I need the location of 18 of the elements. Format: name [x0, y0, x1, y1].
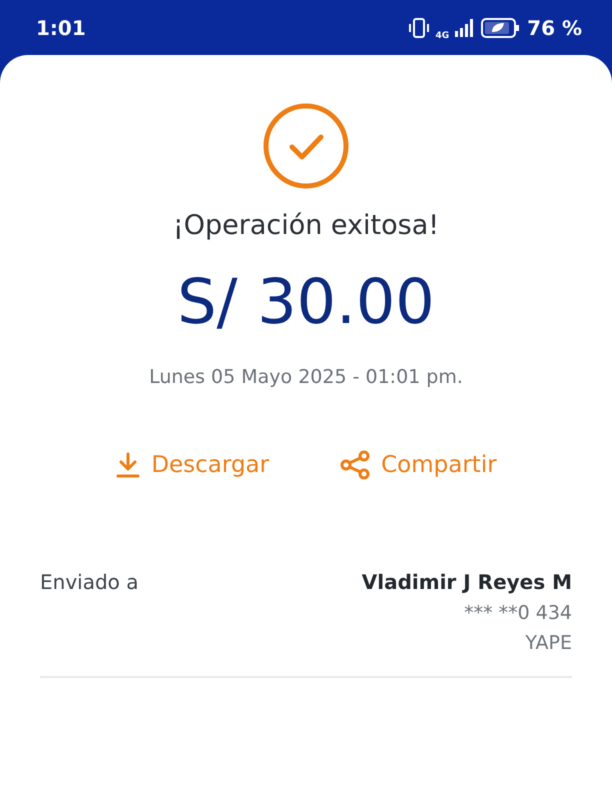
share-icon — [339, 450, 372, 480]
network-type: 4G — [436, 30, 450, 40]
detail-value: Vladimir J Reyes M — [362, 570, 572, 594]
clock-time: 1:01 — [36, 16, 86, 40]
detail-value: YAPE — [525, 632, 572, 654]
download-icon — [115, 451, 142, 479]
battery-icon — [481, 16, 522, 38]
download-button[interactable]: Descargar — [115, 450, 270, 480]
success-title: ¡Operación exitosa! — [172, 210, 440, 241]
battery-percent: 76 % — [527, 16, 582, 40]
detail-label: Enviado a — [40, 570, 139, 596]
signal-icon — [455, 18, 476, 38]
amount: S/ 30.00 — [177, 265, 435, 338]
detail-value: *** **0 434 — [464, 602, 572, 624]
success-check-icon — [262, 102, 350, 190]
operation-date: Lunes 05 Mayo 2025 - 01:01 pm. — [149, 366, 463, 388]
vibrate-icon — [408, 16, 430, 38]
share-button[interactable]: Compartir — [339, 450, 497, 480]
